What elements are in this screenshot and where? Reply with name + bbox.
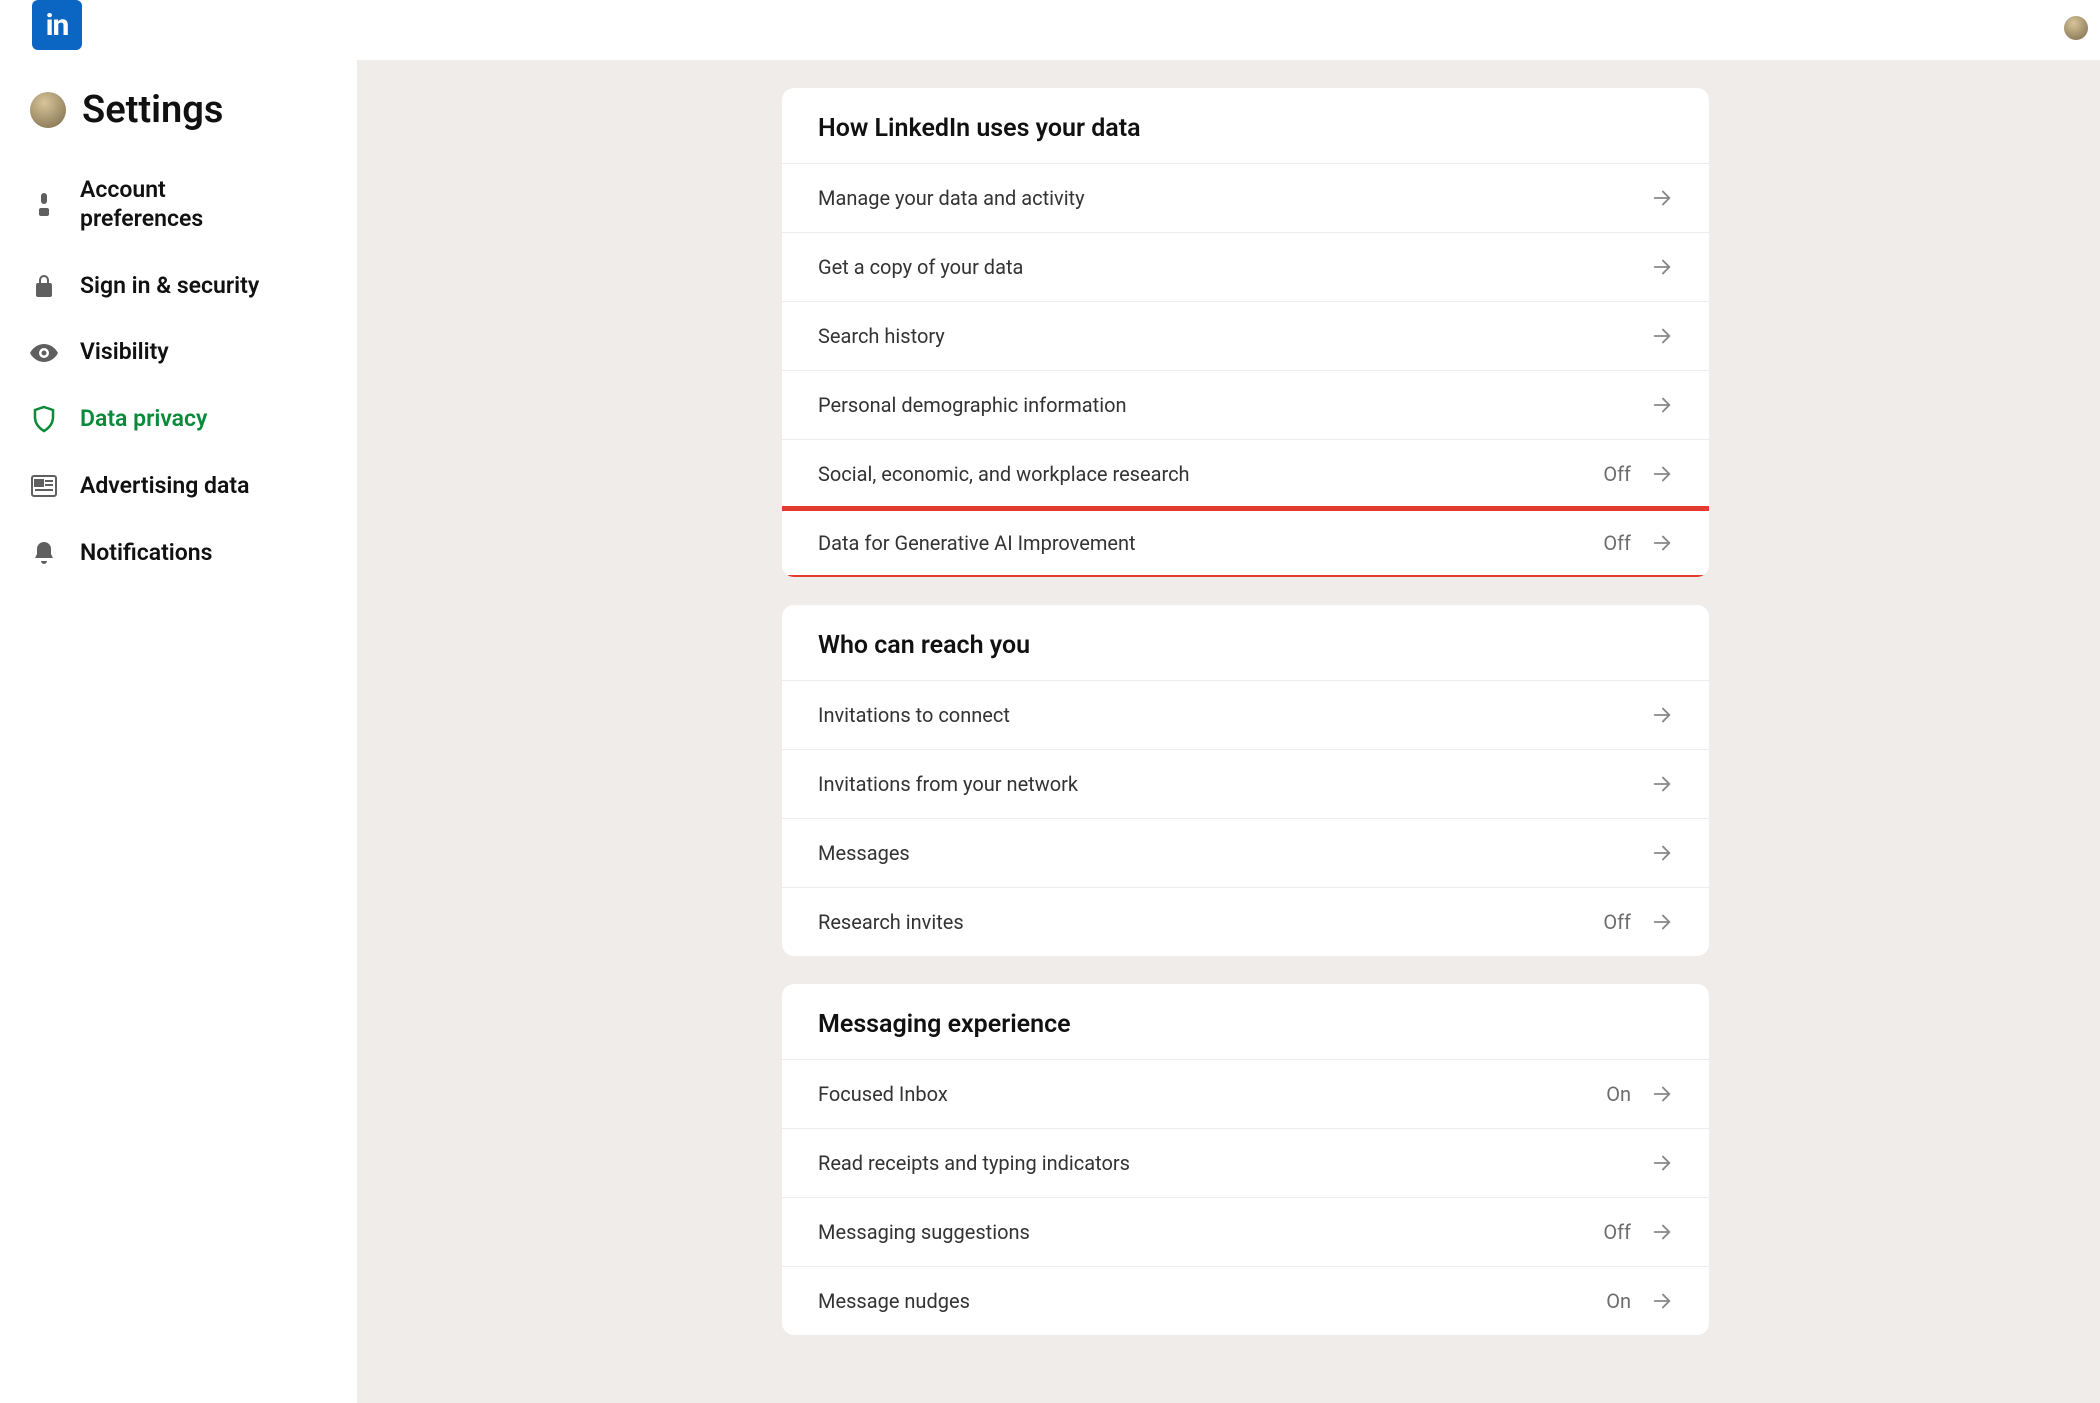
row-generative-ai-improvement[interactable]: Data for Generative AI Improvement Off	[782, 508, 1709, 577]
row-research-invites[interactable]: Research invites Off	[782, 887, 1709, 956]
arrow-right-icon	[1651, 325, 1673, 347]
row-status: Off	[1603, 531, 1631, 555]
row-invitations-connect[interactable]: Invitations to connect	[782, 680, 1709, 749]
arrow-right-icon	[1651, 1290, 1673, 1312]
row-right: Off	[1603, 462, 1673, 486]
row-status: Off	[1603, 462, 1631, 486]
section-messaging-experience: Messaging experience Focused Inbox On Re…	[782, 984, 1709, 1335]
row-right	[1651, 842, 1673, 864]
sidebar-nav: Account preferences Sign in & security V…	[30, 176, 333, 567]
row-focused-inbox[interactable]: Focused Inbox On	[782, 1059, 1709, 1128]
row-messaging-suggestions[interactable]: Messaging suggestions Off	[782, 1197, 1709, 1266]
linkedin-logo[interactable]: in	[32, 0, 82, 50]
row-label: Manage your data and activity	[818, 186, 1085, 210]
row-get-copy-data[interactable]: Get a copy of your data	[782, 232, 1709, 301]
section-who-can-reach-you: Who can reach you Invitations to connect…	[782, 605, 1709, 956]
content-inner: How LinkedIn uses your data Manage your …	[782, 88, 1709, 1363]
row-label: Invitations from your network	[818, 772, 1078, 796]
section-title: How LinkedIn uses your data	[782, 88, 1709, 163]
row-label: Read receipts and typing indicators	[818, 1151, 1130, 1175]
shield-icon	[30, 405, 58, 433]
row-label: Data for Generative AI Improvement	[818, 531, 1136, 555]
row-right	[1651, 773, 1673, 795]
row-label: Messages	[818, 841, 910, 865]
arrow-right-icon	[1651, 773, 1673, 795]
arrow-right-icon	[1651, 532, 1673, 554]
row-label: Search history	[818, 324, 945, 348]
row-right: Off	[1603, 910, 1673, 934]
newspaper-icon	[30, 472, 58, 500]
row-label: Research invites	[818, 910, 964, 934]
row-workplace-research[interactable]: Social, economic, and workplace research…	[782, 439, 1709, 508]
arrow-right-icon	[1651, 463, 1673, 485]
section-title: Messaging experience	[782, 984, 1709, 1059]
arrow-right-icon	[1651, 187, 1673, 209]
content-area: How LinkedIn uses your data Manage your …	[357, 60, 2100, 1403]
row-status: On	[1606, 1082, 1631, 1106]
arrow-right-icon	[1651, 1221, 1673, 1243]
sidebar-item-label: Visibility	[80, 338, 169, 367]
person-icon	[30, 191, 58, 219]
row-right	[1651, 187, 1673, 209]
row-status: On	[1606, 1289, 1631, 1313]
linkedin-logo-text: in	[46, 8, 69, 43]
sidebar-item-advertising-data[interactable]: Advertising data	[30, 472, 333, 501]
row-right: Off	[1603, 1220, 1673, 1244]
row-label: Personal demographic information	[818, 393, 1127, 417]
row-label: Invitations to connect	[818, 703, 1010, 727]
arrow-right-icon	[1651, 256, 1673, 278]
row-search-history[interactable]: Search history	[782, 301, 1709, 370]
row-label: Social, economic, and workplace research	[818, 462, 1190, 486]
row-right	[1651, 256, 1673, 278]
row-invitations-network[interactable]: Invitations from your network	[782, 749, 1709, 818]
bell-icon	[30, 539, 58, 567]
row-label: Messaging suggestions	[818, 1220, 1030, 1244]
arrow-right-icon	[1651, 911, 1673, 933]
row-label: Focused Inbox	[818, 1082, 948, 1106]
sidebar-item-label: Sign in & security	[80, 272, 259, 301]
row-right: On	[1606, 1289, 1673, 1313]
row-manage-data-activity[interactable]: Manage your data and activity	[782, 163, 1709, 232]
section-data-usage: How LinkedIn uses your data Manage your …	[782, 88, 1709, 577]
avatar[interactable]	[2064, 16, 2088, 40]
sidebar-item-data-privacy[interactable]: Data privacy	[30, 405, 333, 434]
row-read-receipts[interactable]: Read receipts and typing indicators	[782, 1128, 1709, 1197]
row-right	[1651, 394, 1673, 416]
sidebar-header: Settings	[30, 88, 333, 132]
arrow-right-icon	[1651, 704, 1673, 726]
arrow-right-icon	[1651, 394, 1673, 416]
row-right	[1651, 1152, 1673, 1174]
sidebar-item-signin-security[interactable]: Sign in & security	[30, 272, 333, 301]
topbar: in	[0, 0, 2100, 60]
sidebar: Settings Account preferences Sign in & s…	[0, 60, 357, 1403]
row-right	[1651, 704, 1673, 726]
avatar[interactable]	[30, 92, 66, 128]
sidebar-item-label: Notifications	[80, 539, 212, 568]
row-label: Message nudges	[818, 1289, 970, 1313]
row-status: Off	[1603, 1220, 1631, 1244]
lock-icon	[30, 272, 58, 300]
page-title: Settings	[82, 88, 223, 132]
row-right: Off	[1603, 531, 1673, 555]
row-message-nudges[interactable]: Message nudges On	[782, 1266, 1709, 1335]
arrow-right-icon	[1651, 1152, 1673, 1174]
sidebar-item-notifications[interactable]: Notifications	[30, 539, 333, 568]
sidebar-item-label: Account preferences	[80, 176, 280, 234]
sidebar-item-label: Advertising data	[80, 472, 249, 501]
row-right: On	[1606, 1082, 1673, 1106]
sidebar-item-visibility[interactable]: Visibility	[30, 338, 333, 367]
row-label: Get a copy of your data	[818, 255, 1023, 279]
row-status: Off	[1603, 910, 1631, 934]
row-demographic-info[interactable]: Personal demographic information	[782, 370, 1709, 439]
row-messages[interactable]: Messages	[782, 818, 1709, 887]
section-title: Who can reach you	[782, 605, 1709, 680]
eye-icon	[30, 339, 58, 367]
sidebar-item-label: Data privacy	[80, 405, 207, 434]
sidebar-item-account-preferences[interactable]: Account preferences	[30, 176, 333, 234]
arrow-right-icon	[1651, 1083, 1673, 1105]
arrow-right-icon	[1651, 842, 1673, 864]
row-right	[1651, 325, 1673, 347]
